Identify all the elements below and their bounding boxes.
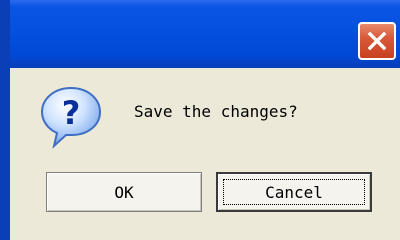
cancel-button[interactable]: Cancel [216, 172, 372, 212]
dialog-body: ? Save the changes? OK Cancel [0, 68, 400, 240]
message-text: Save the changes? [134, 102, 298, 121]
question-icon: ? [40, 86, 102, 149]
svg-text:?: ? [62, 94, 81, 132]
ok-button[interactable]: OK [46, 172, 202, 212]
ok-button-label: OK [114, 182, 134, 202]
close-icon [367, 31, 387, 51]
dialog-window: ? Save the changes? OK Cancel [0, 0, 400, 240]
title-bar[interactable] [0, 0, 400, 68]
cancel-button-label: Cancel [265, 182, 323, 202]
close-button[interactable] [358, 22, 396, 60]
